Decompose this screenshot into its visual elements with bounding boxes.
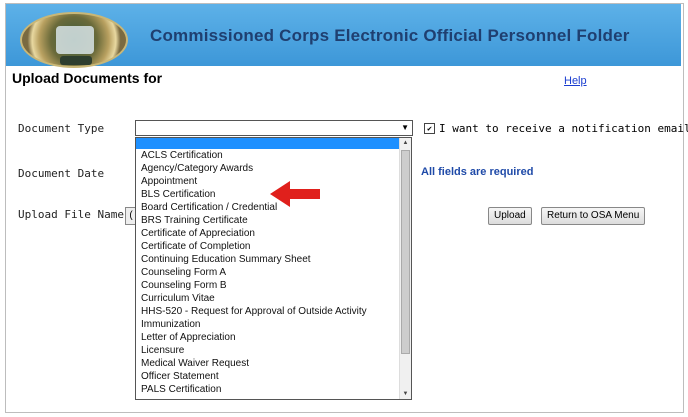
dropdown-option[interactable]: HHS-520 - Request for Approval of Outsid…	[136, 305, 411, 318]
dropdown-option[interactable]: Agency/Category Awards	[136, 162, 411, 175]
dropdown-highlighted-blank-option[interactable]	[136, 138, 411, 149]
required-fields-note: All fields are required	[421, 166, 534, 178]
dropdown-option[interactable]: PALS Certification	[136, 383, 411, 396]
dropdown-option[interactable]: Immunization	[136, 318, 411, 331]
banner-title: Commissioned Corps Electronic Official P…	[150, 26, 630, 45]
dropdown-option[interactable]: BRS Training Certificate	[136, 214, 411, 227]
upload-file-label: Upload File Name	[18, 208, 124, 221]
scroll-down-arrow-icon[interactable]: ▼	[400, 389, 411, 399]
upload-button[interactable]: Upload	[488, 207, 532, 225]
notification-checkbox[interactable]: ✔	[424, 123, 435, 134]
return-to-osa-menu-button[interactable]: Return to OSA Menu	[541, 207, 646, 225]
scrollbar-thumb[interactable]	[401, 150, 410, 354]
dropdown-option[interactable]: Certificate of Appreciation	[136, 227, 411, 240]
dropdown-option[interactable]: ACLS Certification	[136, 149, 411, 162]
seal-emblem-icon	[56, 26, 94, 54]
document-date-label: Document Date	[18, 167, 105, 180]
dropdown-arrow-icon[interactable]: ▼	[401, 123, 409, 132]
scroll-up-arrow-icon[interactable]: ▲	[400, 138, 411, 148]
seal-year-ribbon	[60, 56, 92, 65]
commissioned-corps-seal-logo	[20, 12, 128, 68]
header-banner: Commissioned Corps Electronic Official P…	[6, 4, 681, 68]
dropdown-option[interactable]: Continuing Education Summary Sheet	[136, 253, 411, 266]
page-heading: Upload Documents for	[12, 70, 163, 86]
dropdown-option[interactable]: Counseling Form A	[136, 266, 411, 279]
dropdown-option[interactable]: Counseling Form B	[136, 279, 411, 292]
dropdown-option[interactable]: Curriculum Vitae	[136, 292, 411, 305]
notification-label: I want to receive a notification email	[439, 122, 688, 135]
dropdown-option[interactable]: Licensure	[136, 344, 411, 357]
red-pointer-arrow-icon	[270, 181, 320, 207]
help-link[interactable]: Help	[564, 75, 587, 87]
dropdown-scrollbar[interactable]: ▲ ▼	[399, 138, 411, 399]
notification-option[interactable]: ✔ I want to receive a notification email	[424, 122, 688, 135]
dropdown-option[interactable]: Medical Waiver Request	[136, 357, 411, 370]
document-type-select[interactable]: ▼	[135, 120, 413, 136]
dropdown-option[interactable]: Letter of Appreciation	[136, 331, 411, 344]
document-type-label: Document Type	[18, 122, 105, 135]
document-type-options-list[interactable]: ACLS Certification Agency/Category Awards…	[135, 137, 412, 400]
dropdown-option[interactable]: Certificate of Completion	[136, 240, 411, 253]
dropdown-option[interactable]: Officer Statement	[136, 370, 411, 383]
